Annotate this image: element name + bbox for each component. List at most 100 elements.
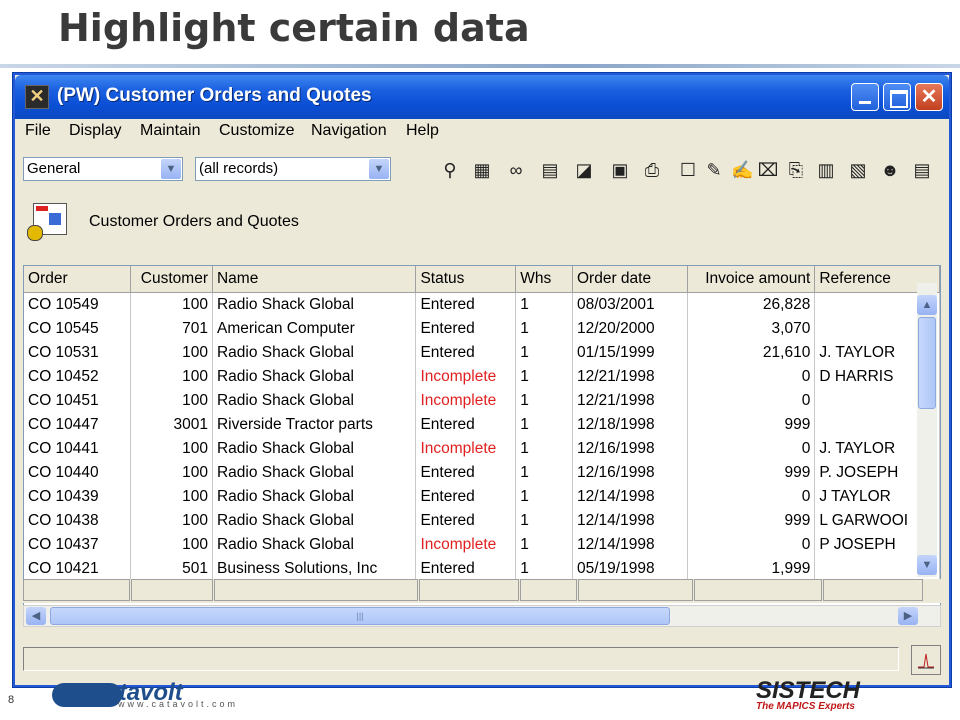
cell-name: Riverside Tractor parts [212,413,417,437]
scroll-down-icon[interactable]: ▼ [917,555,937,575]
export-icon[interactable]: ▥ [815,159,837,181]
maximize-button[interactable] [883,83,911,111]
chevron-down-icon[interactable]: ▼ [369,159,389,179]
title-bar[interactable]: ✕ (PW) Customer Orders and Quotes ✕ [15,75,949,119]
table-row[interactable]: CO 10438 100 Radio Shack Global Entered 1 12/… [24,509,940,533]
cell-amount: 0 [687,365,816,389]
table-row[interactable]: CO 10447 3001 Riverside Tractor parts Enter… [24,413,940,437]
table-row[interactable]: CO 10437 100 Radio Shack Global Incomplete 1… [24,533,940,557]
cell-order: CO 10531 [24,341,132,365]
cell-date: 12/18/1998 [572,413,688,437]
window-find-icon[interactable]: ▦ [471,159,493,181]
form-icon[interactable]: ▤ [539,159,561,181]
column-header-customer[interactable]: Customer [130,266,213,293]
user-icon[interactable]: ☻ [879,159,901,181]
chevron-down-icon[interactable]: ▼ [161,159,181,179]
table-icon[interactable]: ▤ [911,159,933,181]
cell-whs: 1 [515,437,573,461]
cell-status: Entered [415,485,517,509]
pencil-icon[interactable]: ✎ [703,159,725,181]
cell-order: CO 10421 [24,557,132,581]
scroll-right-icon[interactable]: ▶ [898,607,918,625]
column-header-order[interactable]: Order [24,266,132,293]
vertical-scrollbar[interactable]: ▲ ▼ [917,283,937,577]
table-row[interactable]: CO 10452 100 Radio Shack Global Incomplete 1… [24,365,940,389]
cell-customer: 100 [130,437,213,461]
menu-maintain[interactable]: Maintain [140,122,200,140]
delete-icon[interactable]: ⌧ [757,159,779,181]
form-header-label: Customer Orders and Quotes [89,213,299,230]
cell-date: 05/19/1998 [572,557,688,581]
cell-customer: 100 [130,485,213,509]
cell-order: CO 10549 [24,292,132,317]
cell-date: 12/14/1998 [572,533,688,557]
window-title: (PW) Customer Orders and Quotes [57,85,372,106]
column-header-whs[interactable]: Whs [515,266,573,293]
table-row[interactable]: CO 10549 100 Radio Shack Global Entered 1 08/… [24,292,940,317]
orders-grid[interactable]: Order Customer Name Status Whs Order dat… [23,265,941,607]
cell-order: CO 10437 [24,533,132,557]
column-header-status[interactable]: Status [415,266,517,293]
activity-graph-icon[interactable] [911,645,941,675]
menu-help[interactable]: Help [406,122,439,140]
filter-select[interactable]: (all records) ▼ [195,157,391,181]
cell-status: Entered [415,509,517,533]
grid-summary-row [23,579,941,603]
menu-display[interactable]: Display [69,122,121,140]
new-document-icon[interactable]: ☐ [677,159,699,181]
cell-customer: 100 [130,533,213,557]
menu-customize[interactable]: Customize [219,122,295,140]
horizontal-scrollbar[interactable]: ◀ ||| ▶ [23,605,941,627]
table-row[interactable]: CO 10421 501 Business Solutions, Inc Entere… [24,557,940,581]
cell-whs: 1 [515,341,573,365]
scroll-left-icon[interactable]: ◀ [26,607,46,625]
cell-name: Radio Shack Global [212,389,417,413]
table-row[interactable]: CO 10451 100 Radio Shack Global Incomplete 1… [24,389,940,413]
table-row[interactable]: CO 10440 100 Radio Shack Global Entered 1 12/… [24,461,940,485]
view-select[interactable]: General ▼ [23,157,183,181]
cell-whs: 1 [515,533,573,557]
app-icon[interactable]: ✕ [25,85,49,109]
catavolt-logo: catavolt www.catavolt.com [52,679,235,715]
cell-status: Entered [415,317,517,341]
printer-icon[interactable]: ⎙ [641,159,663,181]
cell-customer: 100 [130,389,213,413]
cell-date: 12/21/1998 [572,389,688,413]
vertical-scroll-thumb[interactable] [918,317,936,409]
import-icon[interactable]: ▧ [847,159,869,181]
edit-lines-icon[interactable]: ✍ [731,159,753,181]
cell-date: 12/16/1998 [572,437,688,461]
table-row[interactable]: CO 10439 100 Radio Shack Global Entered 1 12/… [24,485,940,509]
cell-customer: 100 [130,292,213,317]
table-row[interactable]: CO 10441 100 Radio Shack Global Incomplete 1… [24,437,940,461]
copy-icon[interactable]: ⎘ [785,159,807,181]
view-select-value: General [27,160,81,177]
table-row[interactable]: CO 10531 100 Radio Shack Global Entered 1 01/… [24,341,940,365]
minimize-button[interactable] [851,83,879,111]
cell-name: Radio Shack Global [212,533,417,557]
cell-whs: 1 [515,365,573,389]
glasses-icon[interactable]: ∞ [505,159,527,181]
cell-name: American Computer [212,317,417,341]
cell-order: CO 10452 [24,365,132,389]
binoculars-icon[interactable]: ⚲ [439,159,461,181]
scroll-up-icon[interactable]: ▲ [917,295,937,315]
print-preview-icon[interactable]: ▣ [609,159,631,181]
horizontal-scroll-thumb[interactable]: ||| [50,607,670,625]
column-header-invoice-amount[interactable]: Invoice amount [687,266,816,293]
cell-name: Radio Shack Global [212,461,417,485]
menu-file[interactable]: File [25,122,51,140]
cell-date: 01/15/1999 [572,341,688,365]
cell-name: Radio Shack Global [212,365,417,389]
cell-customer: 701 [130,317,213,341]
column-header-name[interactable]: Name [212,266,417,293]
table-row[interactable]: CO 10545 701 American Computer Entered 1 12/2… [24,317,940,341]
cell-status: Entered [415,341,517,365]
cell-whs: 1 [515,292,573,317]
note-icon[interactable]: ◪ [573,159,595,181]
menu-navigation[interactable]: Navigation [311,122,387,140]
column-header-order-date[interactable]: Order date [572,266,688,293]
app-window: ✕ (PW) Customer Orders and Quotes ✕ File… [12,72,952,688]
close-button[interactable]: ✕ [915,83,943,111]
cell-amount: 999 [687,509,816,533]
